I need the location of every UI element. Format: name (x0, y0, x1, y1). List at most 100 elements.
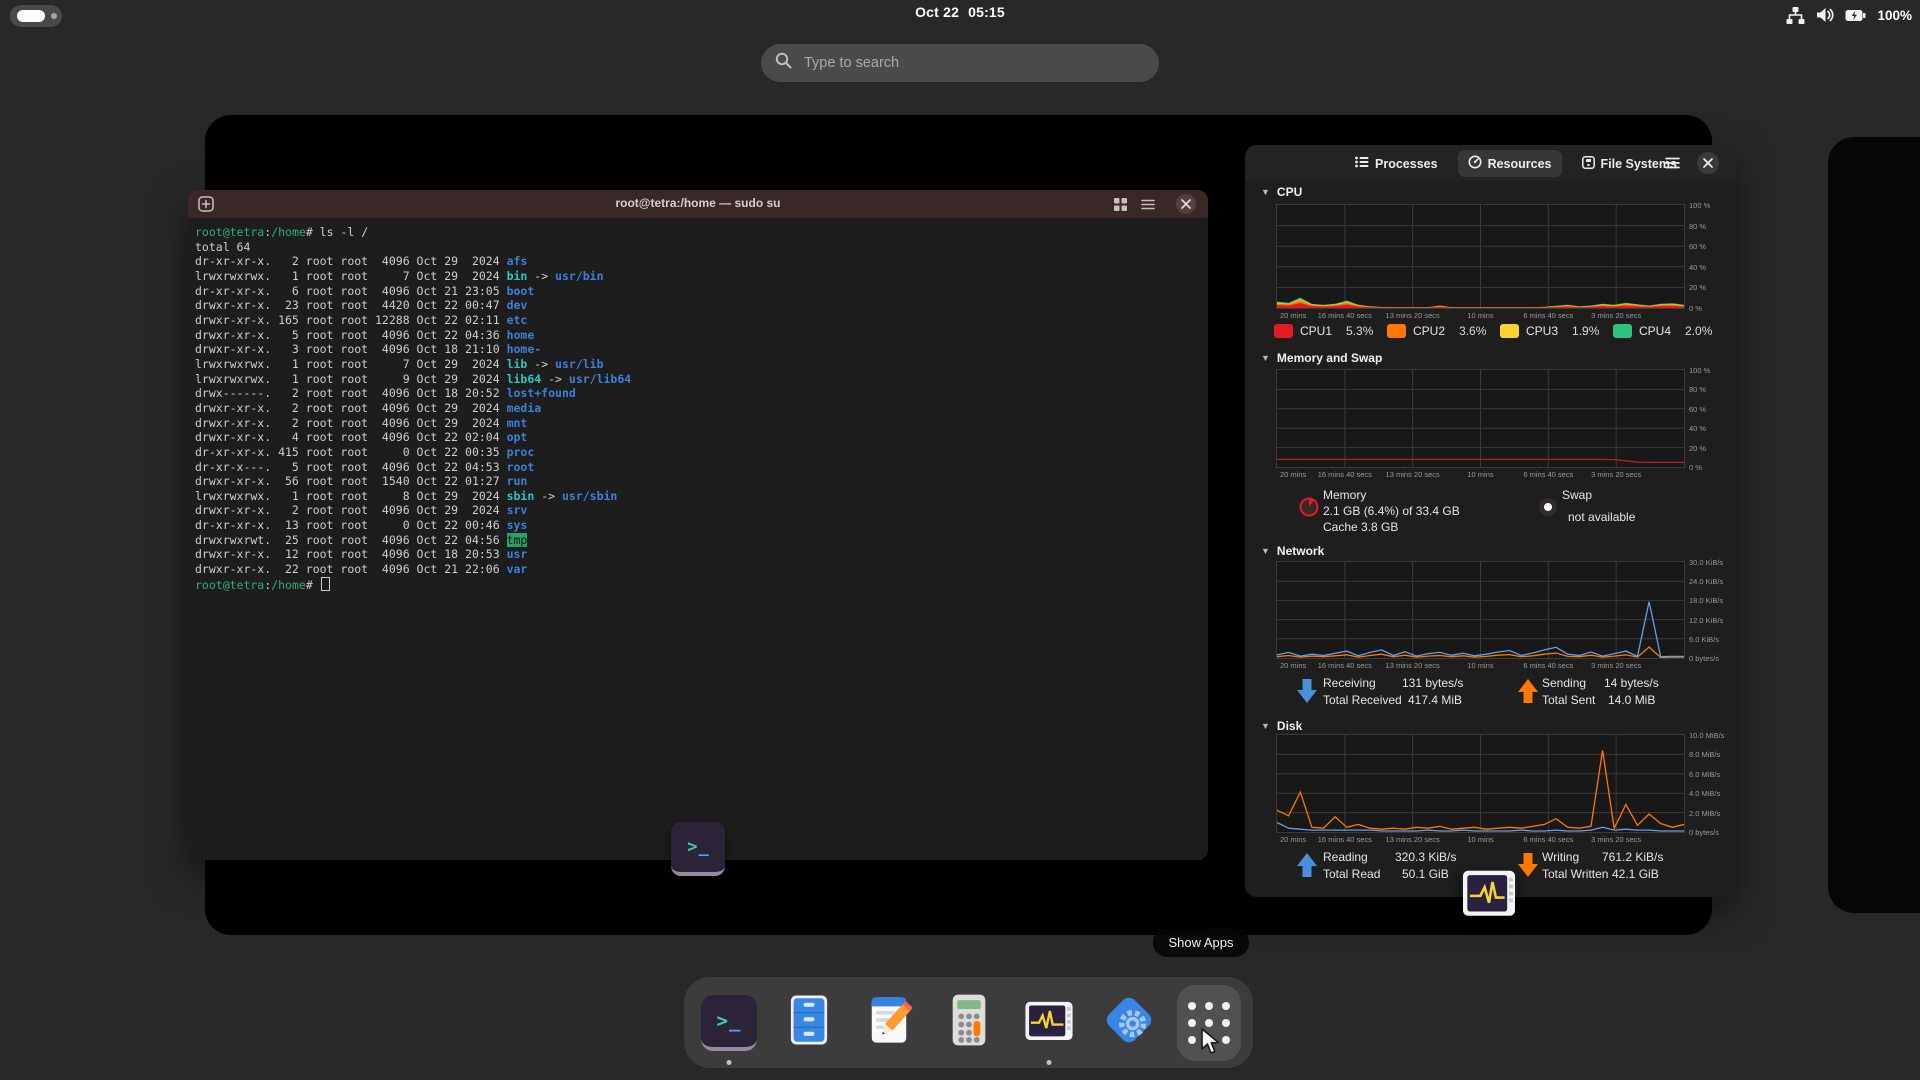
hamburger-menu-icon[interactable] (1661, 152, 1683, 174)
volume-icon (1816, 7, 1834, 23)
swap-label: Swap (1562, 488, 1592, 502)
receiving-value: 131 bytes/s (1402, 676, 1463, 690)
swap-pie-icon (1537, 496, 1559, 521)
file-name: sys (507, 518, 528, 532)
legend-label: CPU3 (1526, 324, 1558, 338)
tab-resources[interactable]: Resources (1458, 150, 1562, 177)
terminal-line: drwxrwxrwt. 25 root root 4096 Oct 22 04:… (195, 533, 631, 548)
search-input[interactable] (802, 54, 1136, 72)
writing-value: 761.2 KiB/s (1602, 850, 1663, 864)
cpu-section-header[interactable]: ▼ CPU (1261, 185, 1302, 199)
x-tick-label: 6 mins 40 secs (1523, 470, 1573, 479)
gauge-icon (1468, 155, 1482, 172)
dock-item-files[interactable] (777, 991, 841, 1055)
calculator-app-icon (940, 991, 998, 1054)
memory-section-header[interactable]: ▼ Memory and Swap (1261, 351, 1382, 365)
search-bar[interactable] (761, 44, 1159, 82)
tab-overview-icon[interactable] (1110, 194, 1130, 214)
file-name: etc (507, 313, 528, 327)
file-name: home- (507, 342, 542, 356)
file-name: sbin (507, 489, 535, 503)
terminal-titlebar[interactable]: root@tetra:/home — sudo su (188, 190, 1208, 218)
file-name: bin (507, 269, 528, 283)
legend-value: 1.9% (1572, 324, 1599, 338)
y-tick-label: 6.0 KiB/s (1689, 635, 1749, 644)
file-name: run (507, 474, 528, 488)
network-section-header[interactable]: ▼ Network (1261, 544, 1324, 558)
disk-section-header[interactable]: ▼ Disk (1261, 719, 1302, 733)
clock[interactable]: Oct 2205:15 (915, 4, 1005, 20)
system-monitor-app-badge[interactable] (1461, 869, 1517, 921)
dock-item-system-monitor[interactable] (1017, 991, 1081, 1055)
running-indicator-dot (726, 1060, 731, 1065)
network-wired-icon (1786, 7, 1805, 24)
file-name: root (507, 460, 535, 474)
terminal-line: drwxr-xr-x. 2 root root 4096 Oct 29 2024… (195, 416, 631, 431)
hamburger-menu-icon[interactable] (1138, 194, 1158, 214)
file-name: proc (507, 445, 535, 459)
y-tick-label: 4.0 MiB/s (1689, 789, 1749, 798)
total-received-value: 417.4 MiB (1408, 693, 1462, 707)
close-icon[interactable] (1176, 194, 1196, 214)
terminal-body[interactable]: root@tetra:/home# ls -l /total 64dr-xr-x… (188, 218, 1208, 860)
legend-label: CPU4 (1639, 324, 1671, 338)
terminal-line: dr-xr-xr-x. 415 root root 0 Oct 22 00:35… (195, 445, 631, 460)
x-tick-label: 13 mins 20 secs (1386, 835, 1440, 844)
x-tick-label: 16 mins 40 secs (1318, 311, 1372, 320)
total-sent-value: 14.0 MiB (1608, 693, 1655, 707)
x-tick-label: 10 mins (1467, 470, 1493, 479)
chart-svg (1277, 205, 1684, 308)
terminal-line: lrwxrwxrwx. 1 root root 9 Oct 29 2024 li… (195, 372, 631, 387)
software-app-icon (1100, 991, 1158, 1054)
system-monitor-headerbar[interactable]: Processes Resources File Systems (1245, 145, 1735, 181)
inactive-workspace-dot[interactable] (51, 13, 57, 19)
terminal-line: drwxr-xr-x. 2 root root 4096 Oct 29 2024… (195, 503, 631, 518)
legend-label: CPU1 (1300, 324, 1332, 338)
terminal-line: dr-xr-xr-x. 13 root root 0 Oct 22 00:46 … (195, 518, 631, 533)
y-tick-label: 10.0 MiB/s (1689, 731, 1749, 740)
dock-item-text-editor[interactable] (857, 991, 921, 1055)
terminal-line: drwxr-xr-x. 23 root root 4420 Oct 22 00:… (195, 298, 631, 313)
arrow-up-orange-icon (1517, 678, 1539, 707)
sending-label: Sending (1542, 676, 1586, 690)
file-name: mnt (507, 416, 528, 430)
legend-value: 2.0% (1685, 324, 1712, 338)
active-workspace-pill[interactable] (17, 10, 45, 22)
terminal-app-badge[interactable]: >_ (671, 822, 725, 876)
adjacent-workspace-preview[interactable] (1828, 137, 1920, 913)
workspace-indicator[interactable] (10, 5, 62, 27)
dock-item-software[interactable] (1097, 991, 1161, 1055)
dock-item-calculator[interactable] (937, 991, 1001, 1055)
terminal-line: drwxr-xr-x. 22 root root 4096 Oct 21 22:… (195, 562, 631, 577)
quick-settings-area[interactable]: 100% (1786, 3, 1912, 27)
view-tabs: Processes Resources File Systems (1345, 150, 1687, 177)
cpu2-swatch (1387, 324, 1406, 338)
terminal-line: drwxr-xr-x. 12 root root 4096 Oct 18 20:… (195, 547, 631, 562)
terminal-line: dr-xr-x---. 5 root root 4096 Oct 22 04:5… (195, 460, 631, 475)
y-tick-label: 0 bytes/s (1689, 654, 1749, 663)
close-icon[interactable] (1697, 152, 1719, 174)
x-tick-label: 3 mins 20 secs (1591, 470, 1641, 479)
tab-processes[interactable]: Processes (1345, 150, 1448, 177)
search-icon (775, 52, 792, 74)
memory-pie-icon (1298, 496, 1320, 521)
x-tick-label: 16 mins 40 secs (1318, 835, 1372, 844)
file-name: afs (507, 254, 528, 268)
terminal-line: lrwxrwxrwx. 1 root root 7 Oct 29 2024 li… (195, 357, 631, 372)
x-tick-label: 10 mins (1467, 661, 1493, 670)
terminal-line: root@tetra:/home# ls -l / (195, 225, 631, 240)
system-monitor-window[interactable]: Processes Resources File Systems ▼ (1245, 145, 1735, 897)
y-tick-label: 8.0 MiB/s (1689, 750, 1749, 759)
tab-label: Resources (1488, 157, 1552, 171)
file-name: var (507, 562, 528, 576)
x-tick-label: 20 mins (1280, 470, 1306, 479)
symlink-target: usr/lib (555, 357, 603, 371)
x-tick-label: 3 mins 20 secs (1591, 311, 1641, 320)
legend-label: CPU2 (1413, 324, 1445, 338)
memory-legend: Memory 2.1 GB (6.4%) of 33.4 GB Cache 3.… (1245, 488, 1735, 536)
y-tick-label: 60 % (1689, 405, 1749, 414)
dock-item-terminal[interactable]: >_ (697, 991, 761, 1055)
terminal-window[interactable]: root@tetra:/home — sudo su root@tetra:/h… (188, 190, 1208, 860)
symlink-target: usr/lib64 (569, 372, 631, 386)
terminal-line: drwxr-xr-x. 2 root root 4096 Oct 29 2024… (195, 401, 631, 416)
